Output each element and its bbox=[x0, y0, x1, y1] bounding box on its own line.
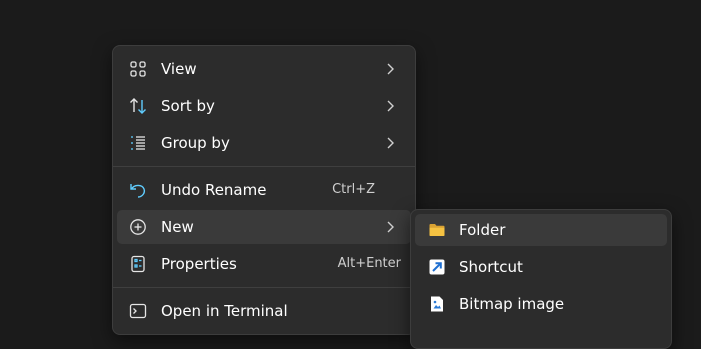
shortcut-icon bbox=[428, 258, 446, 276]
submenu-item-label: Shortcut bbox=[459, 258, 523, 276]
sort-arrows-icon bbox=[129, 97, 147, 115]
menu-item-new[interactable]: New bbox=[117, 210, 411, 244]
submenu-item-bitmap-image[interactable]: Bitmap image bbox=[415, 288, 667, 320]
menu-item-label: Open in Terminal bbox=[161, 302, 288, 320]
menu-item-label: New bbox=[161, 218, 194, 236]
menu-item-sort-by[interactable]: Sort by bbox=[117, 89, 411, 123]
menu-item-undo-rename[interactable]: Undo Rename Ctrl+Z bbox=[117, 173, 411, 207]
menu-separator bbox=[113, 287, 415, 288]
menu-item-label: Sort by bbox=[161, 97, 215, 115]
chevron-right-icon bbox=[385, 99, 395, 113]
desktop-context-menu: View Sort by Group by Undo Rename Ctrl+Z… bbox=[112, 45, 416, 335]
keyboard-shortcut: Alt+Enter bbox=[337, 256, 401, 271]
menu-item-label: View bbox=[161, 60, 197, 78]
folder-icon bbox=[428, 221, 446, 239]
bitmap-image-icon bbox=[428, 295, 446, 313]
menu-item-view[interactable]: View bbox=[117, 52, 411, 86]
chevron-right-icon bbox=[385, 62, 395, 76]
undo-icon bbox=[129, 181, 147, 199]
menu-item-group-by[interactable]: Group by bbox=[117, 126, 411, 160]
properties-icon bbox=[129, 255, 147, 273]
chevron-right-icon bbox=[385, 136, 395, 150]
chevron-right-icon bbox=[385, 220, 395, 234]
menu-separator bbox=[113, 166, 415, 167]
menu-item-open-in-terminal[interactable]: Open in Terminal bbox=[117, 294, 411, 328]
menu-item-properties[interactable]: Properties Alt+Enter bbox=[117, 247, 411, 281]
keyboard-shortcut: Ctrl+Z bbox=[332, 182, 375, 197]
submenu-item-label: Folder bbox=[459, 221, 506, 239]
submenu-item-shortcut[interactable]: Shortcut bbox=[415, 251, 667, 283]
menu-item-label: Group by bbox=[161, 134, 230, 152]
menu-item-label: Undo Rename bbox=[161, 181, 267, 199]
new-submenu: Folder Shortcut Bitmap image bbox=[410, 209, 672, 349]
grid-view-icon bbox=[129, 60, 147, 78]
submenu-item-folder[interactable]: Folder bbox=[415, 214, 667, 246]
terminal-icon bbox=[129, 302, 147, 320]
group-list-icon bbox=[129, 134, 147, 152]
submenu-item-label: Bitmap image bbox=[459, 295, 565, 313]
menu-item-label: Properties bbox=[161, 255, 237, 273]
add-circle-icon bbox=[129, 218, 147, 236]
